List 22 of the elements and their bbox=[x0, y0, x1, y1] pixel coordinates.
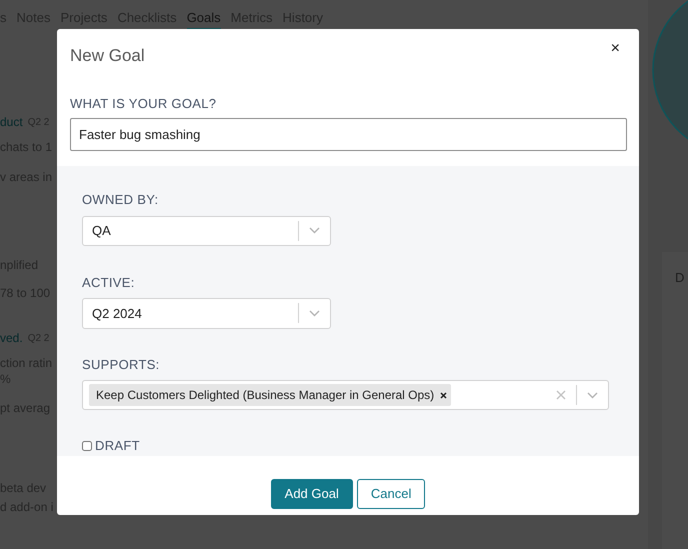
select-field[interactable]: QA bbox=[82, 216, 331, 246]
item-heading[interactable]: duct bbox=[0, 113, 23, 131]
close-button[interactable]: × bbox=[610, 41, 620, 57]
checkbox-label: DRAFT bbox=[95, 437, 140, 456]
multi-select-field[interactable]: Keep Customers Delighted (Business Manager in General Ops) bbox=[82, 380, 609, 410]
field-label: ACTIVE: bbox=[82, 274, 136, 292]
field-label: OWNED BY: bbox=[82, 191, 160, 209]
select-field[interactable]: Q2 2024 bbox=[82, 298, 331, 329]
draft-checkbox[interactable] bbox=[82, 441, 92, 452]
dialog-title: New Goal bbox=[70, 45, 145, 67]
add-button[interactable]: Add Goal bbox=[270, 479, 353, 509]
cancel-button[interactable]: Cancel bbox=[356, 479, 426, 509]
item-heading[interactable]: ved. bbox=[0, 329, 23, 347]
field-label: SUPPORTS: bbox=[82, 356, 161, 374]
chevron-down-icon bbox=[309, 310, 320, 317]
item-text: % bbox=[0, 371, 12, 387]
chevron-down-icon bbox=[587, 392, 598, 399]
chip-label: Keep Customers Delighted (Business Manager in General Ops) bbox=[96, 387, 434, 404]
chevron-down-icon bbox=[309, 227, 320, 234]
goal-input[interactable]: Faster bug smashing bbox=[70, 118, 627, 151]
remove-icon[interactable] bbox=[440, 392, 448, 399]
field-label: WHAT IS YOUR GOAL? bbox=[70, 94, 218, 112]
